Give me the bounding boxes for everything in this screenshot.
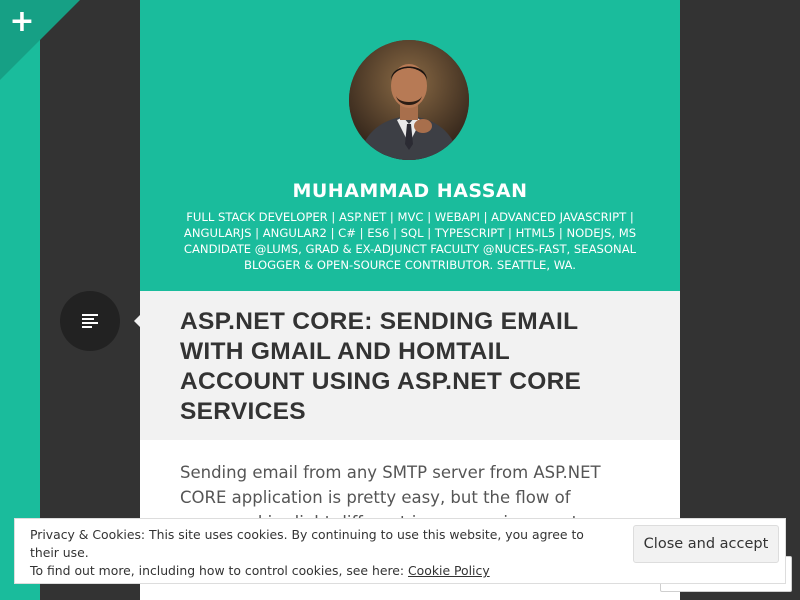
sidebar-stripe (0, 0, 40, 600)
avatar-photo (349, 40, 469, 160)
site-title[interactable]: MUHAMMAD HASSAN (140, 180, 680, 202)
standard-format-icon[interactable] (60, 291, 120, 351)
cookie-policy-link[interactable]: Cookie Policy (408, 563, 490, 578)
plus-icon[interactable]: + (8, 7, 36, 37)
avatar[interactable] (349, 40, 469, 160)
page-container: MUHAMMAD HASSAN FULL STACK DEVELOPER | A… (140, 0, 680, 600)
site-header: MUHAMMAD HASSAN FULL STACK DEVELOPER | A… (140, 0, 680, 291)
format-pointer (134, 314, 141, 328)
post-title-band: ASP.NET CORE: SENDING EMAIL WITH GMAIL A… (140, 291, 680, 440)
post-title[interactable]: ASP.NET CORE: SENDING EMAIL WITH GMAIL A… (180, 307, 620, 427)
cookie-more-info: To find out more, including how to contr… (30, 562, 490, 580)
cookie-banner: Privacy & Cookies: This site uses cookie… (14, 518, 786, 584)
close-and-accept-button[interactable]: Close and accept (633, 525, 779, 563)
site-description: FULL STACK DEVELOPER | ASP.NET | MVC | W… (183, 210, 637, 272)
cookie-notice-text: Privacy & Cookies: This site uses cookie… (30, 527, 584, 560)
cookie-more-info-text: To find out more, including how to contr… (30, 563, 409, 578)
